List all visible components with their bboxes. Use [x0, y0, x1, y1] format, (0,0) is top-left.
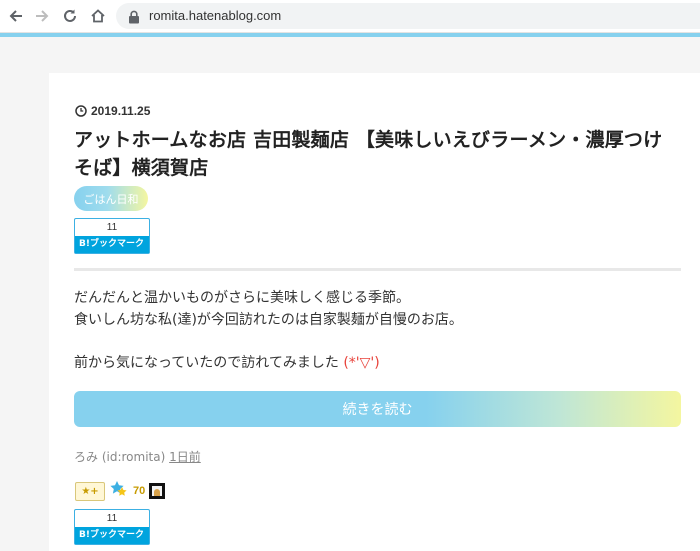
body-line-3: 前から気になっていたので訪れてみました (*'▽')	[74, 353, 684, 373]
publish-date[interactable]: 2019.11.25	[91, 104, 150, 118]
add-star-button[interactable]: ★+	[75, 481, 105, 501]
body-line-1: だんだんと温かいものがさらに美味しく感じる季節。	[74, 290, 410, 306]
browser-toolbar: romita.hatenablog.com	[0, 0, 700, 33]
kaomoji: (*'▽')	[343, 355, 380, 371]
back-arrow-icon[interactable]	[6, 6, 26, 26]
avatar[interactable]	[149, 483, 166, 499]
star-row: ★+ 70	[75, 480, 166, 502]
category-tag[interactable]: ごはん日和	[74, 186, 148, 211]
home-icon[interactable]	[88, 6, 108, 26]
header-accent-stripe	[0, 33, 700, 37]
hatena-bookmark-button-bottom[interactable]: 11 B!ブックマーク	[74, 509, 150, 545]
article-card: 2019.11.25 アットホームなお店 吉田製麺店 【美味しいえびラーメン・濃…	[49, 73, 700, 551]
divider	[74, 268, 681, 271]
hatena-bookmark-button[interactable]: 11 B!ブックマーク	[74, 218, 150, 254]
bookmark-count: 11	[106, 222, 118, 233]
lock-icon	[128, 9, 140, 28]
url-text: romita.hatenablog.com	[149, 8, 282, 23]
body-line-3-text: 前から気になっていたので訪れてみました	[74, 355, 339, 371]
read-more-button[interactable]: 続きを読む	[74, 391, 681, 427]
bookmark-label: B!ブックマーク	[75, 527, 149, 544]
star-count: 70	[133, 485, 146, 497]
address-bar[interactable]: romita.hatenablog.com	[116, 3, 700, 29]
reload-icon[interactable]	[60, 6, 80, 26]
byline: ろみ (id:romita) 1日前	[74, 448, 201, 465]
bookmark-count: 11	[106, 513, 118, 524]
body-line-2: 食いしん坊な私(達)が今回訪れたのは自家製麺が自慢のお店。	[74, 312, 463, 328]
article-title[interactable]: アットホームなお店 吉田製麺店 【美味しいえびラーメン・濃厚つけそば】横須賀店	[74, 126, 674, 182]
date-row: 2019.11.25	[75, 103, 150, 119]
author-name[interactable]: ろみ (id:romita)	[74, 450, 165, 464]
colored-star-icon[interactable]	[109, 480, 129, 502]
clock-icon	[75, 102, 87, 121]
time-ago-link[interactable]: 1日前	[169, 450, 201, 464]
bookmark-label: B!ブックマーク	[75, 236, 149, 253]
forward-arrow-icon[interactable]	[32, 6, 52, 26]
